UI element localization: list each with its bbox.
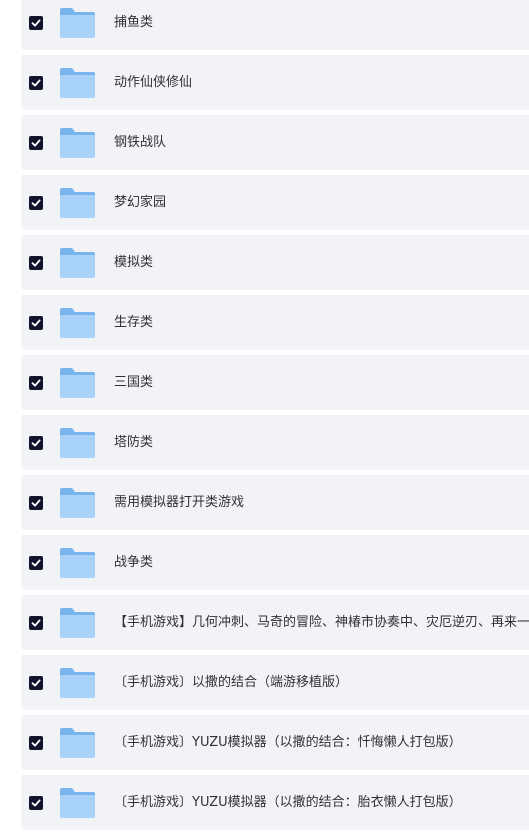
folder-icon bbox=[60, 68, 95, 98]
folder-icon bbox=[60, 728, 95, 758]
list-item[interactable]: 塔防类 bbox=[21, 415, 529, 470]
list-item[interactable]: 【手机游戏】几何冲刺、马奇的冒险、神椿市协奏中、灾厄逆刃、再来一 bbox=[21, 595, 529, 650]
file-list: 捕鱼类 动作仙侠修仙 钢铁战队 梦幻家园 模拟类 生存类 三国类 塔防类 需用模 bbox=[21, 0, 529, 835]
checkbox[interactable] bbox=[29, 256, 43, 270]
item-name: 生存类 bbox=[114, 315, 154, 330]
item-name: 捕鱼类 bbox=[114, 15, 154, 30]
checkbox[interactable] bbox=[29, 616, 43, 630]
item-name: 〔手机游戏〕YUZU模拟器（以撒的结合：忏悔懒人打包版） bbox=[114, 735, 462, 750]
folder-icon bbox=[60, 428, 95, 458]
folder-icon bbox=[60, 248, 95, 278]
item-name: 〔手机游戏〕以撒的结合（端游移植版） bbox=[114, 675, 349, 690]
item-name: 需用模拟器打开类游戏 bbox=[114, 495, 245, 510]
checkbox[interactable] bbox=[29, 76, 43, 90]
list-item[interactable]: 〔手机游戏〕YUZU模拟器（以撒的结合：忏悔懒人打包版） bbox=[21, 715, 529, 770]
folder-icon bbox=[60, 608, 95, 638]
list-item[interactable]: 需用模拟器打开类游戏 bbox=[21, 475, 529, 530]
item-name: 塔防类 bbox=[114, 435, 154, 450]
item-name: 钢铁战队 bbox=[114, 135, 167, 150]
item-name: 模拟类 bbox=[114, 255, 154, 270]
list-item[interactable]: 梦幻家园 bbox=[21, 175, 529, 230]
folder-icon bbox=[60, 488, 95, 518]
item-name: 战争类 bbox=[114, 555, 154, 570]
checkbox[interactable] bbox=[29, 436, 43, 450]
folder-icon bbox=[60, 668, 95, 698]
list-item[interactable]: 模拟类 bbox=[21, 235, 529, 290]
folder-icon bbox=[60, 368, 95, 398]
folder-icon bbox=[60, 308, 95, 338]
list-item[interactable]: 〔手机游戏〕YUZU模拟器（以撒的结合：胎衣懒人打包版） bbox=[21, 775, 529, 830]
item-name: 〔手机游戏〕YUZU模拟器（以撒的结合：胎衣懒人打包版） bbox=[114, 795, 462, 810]
list-item[interactable]: 生存类 bbox=[21, 295, 529, 350]
list-item[interactable]: 三国类 bbox=[21, 355, 529, 410]
checkbox[interactable] bbox=[29, 136, 43, 150]
checkbox[interactable] bbox=[29, 736, 43, 750]
checkbox[interactable] bbox=[29, 496, 43, 510]
list-item[interactable]: 钢铁战队 bbox=[21, 115, 529, 170]
checkbox[interactable] bbox=[29, 316, 43, 330]
checkbox[interactable] bbox=[29, 556, 43, 570]
folder-icon bbox=[60, 548, 95, 578]
item-name: 梦幻家园 bbox=[114, 195, 167, 210]
list-item[interactable]: 捕鱼类 bbox=[21, 0, 529, 50]
item-name: 【手机游戏】几何冲刺、马奇的冒险、神椿市协奏中、灾厄逆刃、再来一 bbox=[114, 615, 529, 630]
list-item[interactable]: 〔手机游戏〕以撒的结合（端游移植版） bbox=[21, 655, 529, 710]
folder-icon bbox=[60, 788, 95, 818]
checkbox[interactable] bbox=[29, 196, 43, 210]
item-name: 动作仙侠修仙 bbox=[114, 75, 193, 90]
folder-icon bbox=[60, 188, 95, 218]
folder-icon bbox=[60, 128, 95, 158]
item-name: 三国类 bbox=[114, 375, 154, 390]
checkbox[interactable] bbox=[29, 676, 43, 690]
list-item[interactable]: 动作仙侠修仙 bbox=[21, 55, 529, 110]
checkbox[interactable] bbox=[29, 376, 43, 390]
folder-icon bbox=[60, 8, 95, 38]
list-item[interactable]: 战争类 bbox=[21, 535, 529, 590]
checkbox[interactable] bbox=[29, 796, 43, 810]
checkbox[interactable] bbox=[29, 16, 43, 30]
